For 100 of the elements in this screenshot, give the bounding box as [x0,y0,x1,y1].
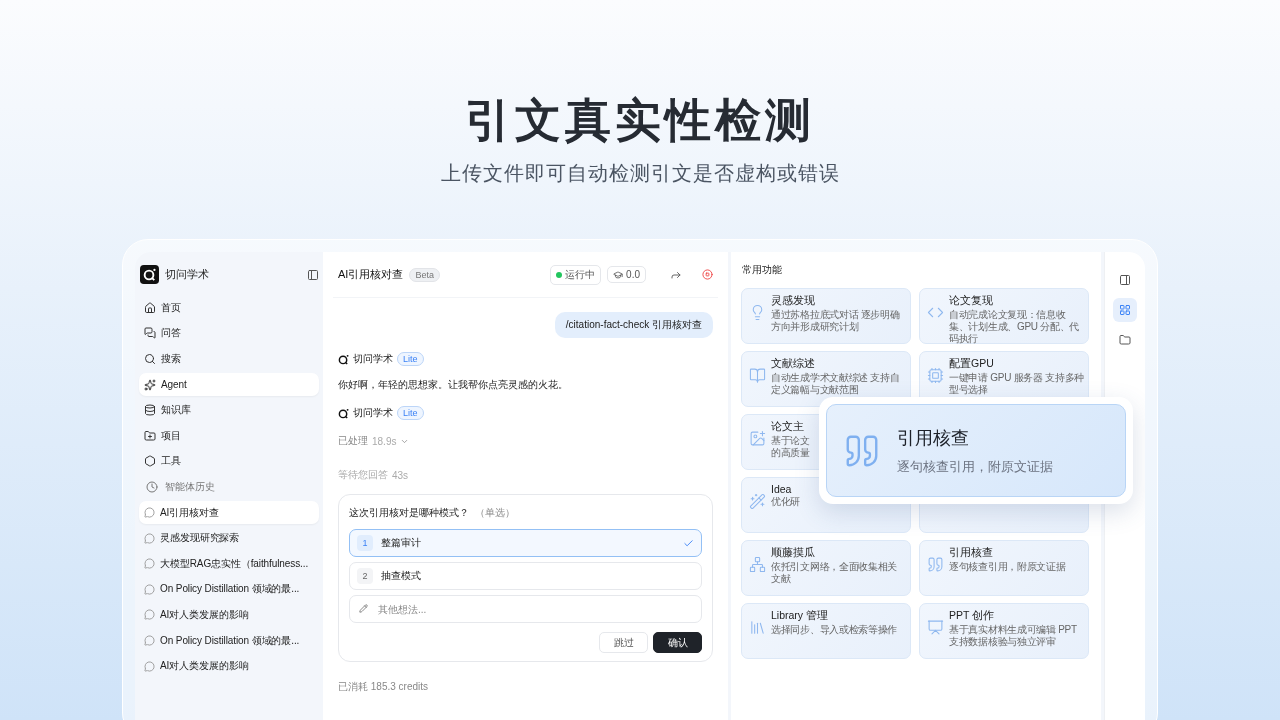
processed-time: 18.9s [372,435,397,447]
check-icon [683,537,694,549]
feature-description: 选择同步、导入或检索等操作 [771,624,898,636]
section-heading: 智能体历史 [165,479,215,494]
feature-title: Library 管理 [771,609,829,623]
credits-used: 已消耗 185.3 credits [338,680,430,694]
library-icon [749,619,766,636]
answer-option[interactable]: 2 抽查模式 [349,562,702,590]
chat-title: AI引用核对查 [338,267,404,282]
feature-card[interactable]: Library 管理 选择同步、导入或检索等操作 [741,603,911,659]
sidebar-toggle-icon[interactable] [307,268,319,281]
waiting-time: 43s [392,469,409,481]
history-label: AI对人类发展的影响 [160,659,249,674]
history-item[interactable]: AI对人类发展的影响 [139,603,319,627]
rail-button[interactable] [1113,298,1137,322]
confirm-button[interactable]: 确认 [653,632,702,653]
feature-card[interactable]: 文献综述 自动生成学术文献综述 支持自定义篇幅与文献范围 [741,351,911,407]
feature-description: 自动完成论文复现：信息收集、计划生成、GPU 分配、代码执行 [949,309,1080,345]
history-item[interactable]: AI引用核对查 [139,500,319,525]
history-item[interactable]: 灵感发现研究探索 [139,526,319,550]
assistant-message: 你好啊，年轻的思想家。让我帮你点亮灵感的火花。 [338,378,569,392]
nav-item[interactable]: 问答 [139,321,319,346]
nav-item[interactable]: Agent [139,372,319,397]
image-plus-icon [749,430,766,447]
history-label: AI对人类发展的影响 [160,607,249,622]
feature-card[interactable]: PPT 创作 基于真实材料生成可编辑 PPT 支持数据核验与独立评审 [919,603,1089,659]
status-dot-icon [556,271,563,278]
sparkle-wand-icon [749,493,766,510]
feature-title: 引用核查 [949,546,994,560]
feature-description: 依托引文网络，全面收集相关文献 [771,561,899,585]
nav-item[interactable]: 工具 [139,449,319,474]
skip-button[interactable]: 跳过 [599,632,648,653]
score-pill: 0.0 [607,266,646,283]
page-headline: 引文真实性检测 [465,93,815,148]
nav-item[interactable]: 项目 [139,423,319,448]
chip-icon [927,367,944,384]
feature-title: 配置GPU [949,357,995,371]
nav-item[interactable]: 首页 [139,296,319,320]
feature-title: 论文主 [771,420,805,434]
nav-label: 问答 [161,326,181,341]
feature-card[interactable]: 引用核查 逐句核查引用，附原文证据 [919,540,1089,596]
chat-bubble-icon [144,609,155,621]
feature-description: 基于真实材料生成可编辑 PPT 支持数据核验与独立评审 [949,624,1078,648]
feature-title: 顺藤摸瓜 [771,546,816,560]
feature-description: 一键申请 GPU 服务器 支持多种型号选择 [949,372,1084,396]
popup-title: 引用核查 [897,426,970,450]
history-item[interactable]: On Policy Distillation 领域的最... [139,577,319,602]
feature-title: 论文复现 [949,294,994,308]
highlight-popup[interactable]: 引用核查 逐句核查引用，附原文证据 [819,397,1133,504]
history-label: On Policy Distillation 领域的最... [160,582,300,597]
graduation-cap-icon [613,269,624,280]
option-number: 2 [357,568,373,584]
nav-item[interactable]: 搜索 [139,347,319,371]
search-icon [144,353,156,365]
feature-description: 逐句核查引用，附原文证据 [949,561,1066,573]
sender-name: 切问学术 [353,406,393,420]
feature-title: PPT 创作 [949,609,996,623]
user-message: /citation-fact-check 引用核对查 [554,312,713,338]
feature-card[interactable]: 灵感发现 通过苏格拉底式对话 逐步明确方向并形成研究计划 [741,288,911,344]
nav-label: 知识库 [161,403,191,418]
logo-icon [338,353,349,365]
history-item[interactable]: On Policy Distillation 领域的最... [139,628,319,653]
network-icon [749,556,766,573]
option-label: 抽查模式 [381,569,422,583]
nav-item[interactable]: 知识库 [139,398,319,422]
processed-label: 已处理 [338,434,368,448]
nav-label: 首页 [161,300,181,315]
history-item[interactable]: AI对人类发展的影响 [139,654,319,678]
chat-bubble-icon [144,635,155,646]
feature-card[interactable]: 论文复现 自动完成论文复现：信息收集、计划生成、GPU 分配、代码执行 [919,288,1089,344]
feature-description: 优化研 [771,496,802,508]
feature-title: 文献综述 [771,357,816,371]
logo-icon [338,407,349,419]
chat-bubble-icon [144,583,155,595]
page-subtitle: 上传文件即可自动检测引文是否虚构或错误 [440,161,840,186]
feature-title: Idea [771,483,793,495]
history-item[interactable]: 大模型RAG忠实性（faithfulness... [139,551,319,576]
status-pill: 运行中 [550,264,602,285]
clock-icon [146,480,158,493]
chat-bubble-icon [144,507,155,519]
nav-label: 项目 [161,428,181,443]
folder-icon [1119,334,1131,346]
feature-card[interactable]: 顺藤摸瓜 依托引文网络，全面收集相关文献 [741,540,911,596]
stop-icon[interactable] [702,269,713,280]
history-label: 灵感发现研究探索 [160,531,240,546]
sender-name: 切问学术 [353,352,393,366]
panel-icon [1119,274,1131,286]
feature-title: 灵感发现 [771,294,816,308]
hexagon-icon [144,455,156,468]
feature-description: 基于论文的高质量 [771,435,811,459]
home-icon [144,301,156,314]
chat-bubble-icon [144,532,155,544]
brand-name: 切问学术 [165,267,210,282]
logo-icon [140,265,159,284]
answer-option[interactable]: 1 整篇审计 [349,529,702,557]
book-icon [749,367,766,384]
chat-bubble-icon [144,660,155,672]
chat-bubble-icon [144,558,155,570]
other-idea-field[interactable]: 其他想法... [349,595,702,623]
beta-tag: Beta [409,267,440,282]
